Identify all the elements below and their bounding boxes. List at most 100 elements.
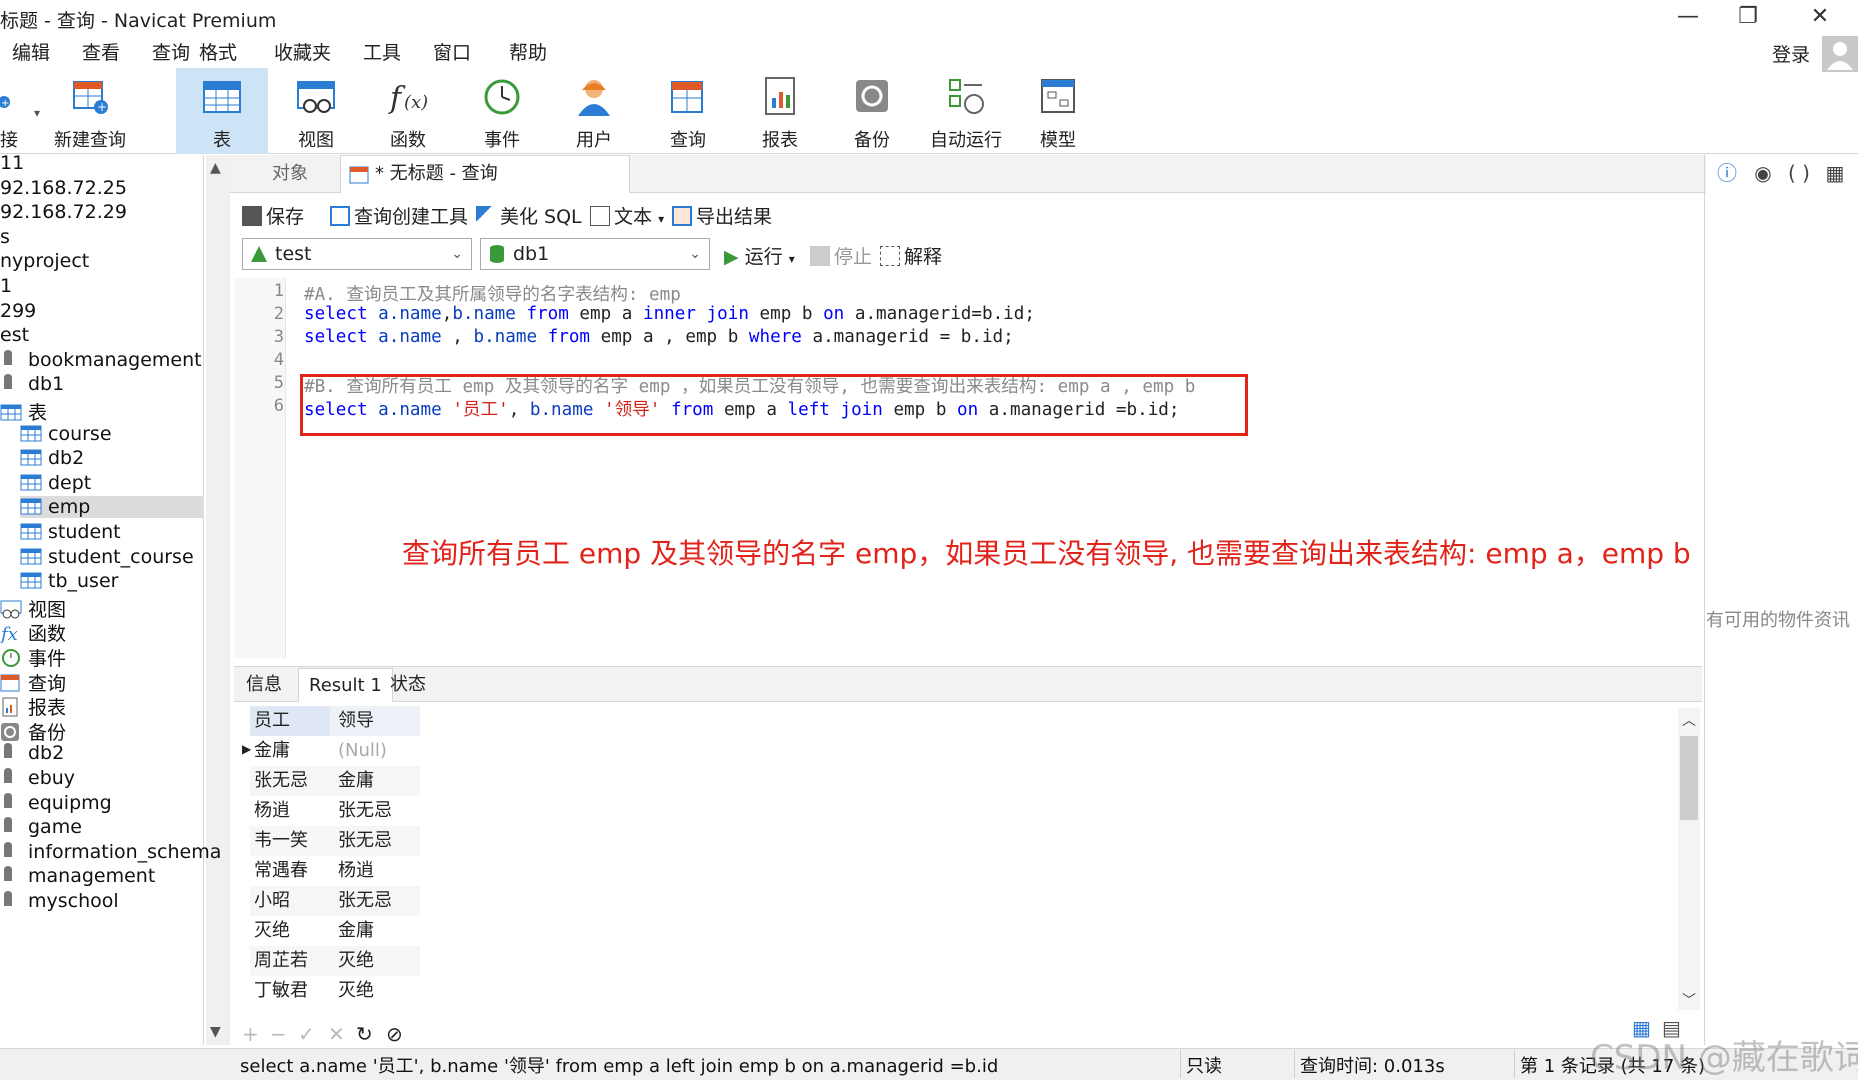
connection-icon[interactable]: + bbox=[0, 80, 14, 110]
sidebar-item-[interactable]: 报表 bbox=[0, 693, 66, 720]
table-row[interactable]: 韦一笑 张无忌 bbox=[250, 826, 420, 856]
cell-employee[interactable]: 张无忌 bbox=[254, 766, 308, 796]
cell-leader[interactable]: 灭绝 bbox=[338, 946, 374, 976]
sidebar-item-ebuy[interactable]: ebuy bbox=[0, 767, 75, 789]
sidebar-item-[interactable]: 查询 bbox=[0, 669, 66, 696]
sidebar-item-student[interactable]: student bbox=[20, 521, 121, 543]
sidebar-item-emp[interactable]: emp bbox=[20, 496, 204, 519]
cell-leader[interactable]: 张无忌 bbox=[338, 796, 392, 826]
sidebar-item-921687229[interactable]: 92.168.72.29 bbox=[0, 201, 127, 223]
cell-leader[interactable]: (Null) bbox=[338, 736, 387, 766]
sidebar-item-myschool[interactable]: myschool bbox=[0, 890, 119, 912]
menu-help[interactable]: 帮助 bbox=[509, 38, 547, 65]
cell-employee[interactable]: 小昭 bbox=[254, 886, 290, 916]
info-icon[interactable]: ⓘ bbox=[1714, 160, 1740, 186]
column-header[interactable]: 员工 bbox=[250, 706, 330, 736]
menu-view[interactable]: 查看 bbox=[82, 38, 120, 65]
connection-select[interactable]: test ⌄ bbox=[242, 238, 472, 270]
cell-leader[interactable]: 金庸 bbox=[338, 766, 374, 796]
ddl-icon[interactable]: ( ) bbox=[1786, 160, 1812, 186]
connection-label[interactable]: 接 bbox=[0, 126, 18, 152]
tab-info[interactable]: 信息 bbox=[236, 668, 292, 702]
cell-leader[interactable]: 金庸 bbox=[338, 916, 374, 946]
tab-objects[interactable]: 对象 bbox=[240, 155, 340, 193]
sidebar-item-[interactable]: 事件 bbox=[0, 644, 66, 671]
sidebar-item-db2[interactable]: db2 bbox=[20, 447, 84, 469]
sidebar-item-921687225[interactable]: 92.168.72.25 bbox=[0, 177, 127, 199]
new-query-button[interactable]: + 新建查询 bbox=[44, 68, 136, 154]
model-button[interactable]: 模型 bbox=[1012, 68, 1104, 154]
stop-button[interactable]: 停止 bbox=[810, 242, 872, 269]
table-row[interactable]: 灭绝 金庸 bbox=[250, 916, 420, 946]
save-button[interactable]: 保存 bbox=[242, 202, 304, 229]
cell-leader[interactable]: 杨逍 bbox=[338, 856, 374, 886]
sidebar-item-[interactable]: 表 bbox=[0, 398, 47, 425]
delete-record-icon[interactable]: − bbox=[270, 1022, 287, 1046]
user-button[interactable]: 用户 bbox=[548, 68, 640, 154]
sidebar-item-bookmanagement[interactable]: bookmanagement bbox=[0, 349, 202, 371]
sidebar-item-db2[interactable]: db2 bbox=[0, 742, 64, 764]
menu-favorites[interactable]: 收藏夹 bbox=[274, 38, 331, 65]
event-button[interactable]: 事件 bbox=[456, 68, 548, 154]
report-button[interactable]: 报表 bbox=[734, 68, 826, 154]
table-row[interactable]: 周芷若 灭绝 bbox=[250, 946, 420, 976]
sidebar-item-tb_user[interactable]: tb_user bbox=[20, 570, 118, 592]
sidebar-item-student_course[interactable]: student_course bbox=[20, 546, 194, 568]
sidebar-item-dept[interactable]: dept bbox=[20, 472, 91, 494]
refresh-icon[interactable]: ↻ bbox=[356, 1022, 373, 1046]
sidebar-item-s[interactable]: s bbox=[0, 226, 10, 248]
table-row[interactable]: 常遇春 杨逍 bbox=[250, 856, 420, 886]
cell-employee[interactable]: 韦一笑 bbox=[254, 826, 308, 856]
apply-icon[interactable]: ✓ bbox=[298, 1022, 315, 1046]
column-header[interactable]: 领导 bbox=[338, 706, 374, 736]
table-row[interactable]: 小昭 张无忌 bbox=[250, 886, 420, 916]
cell-leader[interactable]: 张无忌 bbox=[338, 826, 392, 856]
menu-edit[interactable]: 编辑 bbox=[12, 38, 50, 65]
table-row[interactable]: 张无忌 金庸 bbox=[250, 766, 420, 796]
tab-result-1[interactable]: Result 1 bbox=[298, 668, 393, 702]
cell-employee[interactable]: 杨逍 bbox=[254, 796, 290, 826]
minimize-button[interactable]: — bbox=[1660, 0, 1716, 34]
panel-icon[interactable]: ▦ bbox=[1822, 160, 1848, 186]
sidebar-item-game[interactable]: game bbox=[0, 816, 82, 838]
sidebar-item-est[interactable]: est bbox=[0, 324, 29, 346]
cell-employee[interactable]: 灭绝 bbox=[254, 916, 290, 946]
query-builder-button[interactable]: 查询创建工具 bbox=[330, 202, 468, 229]
discard-icon[interactable]: ✕ bbox=[328, 1022, 345, 1046]
result-scrollbar-thumb[interactable] bbox=[1680, 736, 1698, 820]
menu-tools[interactable]: 工具 bbox=[363, 38, 401, 65]
sidebar-item-db1[interactable]: db1 bbox=[0, 373, 64, 395]
scroll-up-icon[interactable]: ▲ bbox=[210, 160, 221, 176]
add-record-icon[interactable]: + bbox=[242, 1022, 259, 1046]
table-row[interactable]: 杨逍 张无忌 bbox=[250, 796, 420, 826]
login-link[interactable]: 登录 bbox=[1772, 40, 1810, 67]
sidebar-item-equipmg[interactable]: equipmg bbox=[0, 792, 112, 814]
sidebar-scrollbar[interactable] bbox=[206, 155, 230, 1045]
cell-leader[interactable]: 张无忌 bbox=[338, 886, 392, 916]
tab-query[interactable]: * 无标题 - 查询 bbox=[340, 155, 630, 193]
menu-query[interactable]: 查询 bbox=[152, 38, 190, 65]
scroll-down-icon[interactable]: ▼ bbox=[210, 1024, 221, 1040]
cell-employee[interactable]: 周芷若 bbox=[254, 946, 308, 976]
sidebar-item-[interactable]: 视图 bbox=[0, 595, 66, 622]
run-button[interactable]: ▶ 运行 ▾ bbox=[724, 242, 795, 269]
beautify-sql-button[interactable]: 美化 SQL bbox=[476, 202, 582, 229]
tab-status[interactable]: 状态 bbox=[380, 668, 436, 702]
backup-button[interactable]: 备份 bbox=[826, 68, 918, 154]
sidebar-item-11[interactable]: 11 bbox=[0, 152, 24, 174]
sidebar-item-management[interactable]: management bbox=[0, 865, 155, 887]
text-button[interactable]: 文本 ▾ bbox=[590, 202, 664, 229]
sidebar-item-information_schema[interactable]: information_schema bbox=[0, 841, 221, 863]
explain-button[interactable]: 解释 bbox=[880, 242, 942, 269]
sidebar-item-[interactable]: fx 函数 bbox=[0, 619, 66, 646]
sidebar-item-[interactable]: 备份 bbox=[0, 718, 66, 745]
table-row[interactable]: 丁敏君 灭绝 bbox=[250, 976, 420, 1006]
cell-employee[interactable]: 常遇春 bbox=[254, 856, 308, 886]
scroll-down-icon[interactable]: ﹀ bbox=[1682, 990, 1696, 1010]
table-row[interactable]: 金庸 (Null) bbox=[250, 736, 420, 766]
export-results-button[interactable]: 导出结果 bbox=[672, 202, 772, 229]
stop-icon[interactable]: ⊘ bbox=[386, 1022, 403, 1046]
sidebar-item-1[interactable]: 1 bbox=[0, 275, 12, 297]
scroll-up-icon[interactable]: ︿ bbox=[1682, 710, 1696, 730]
close-button[interactable]: ✕ bbox=[1792, 0, 1848, 34]
